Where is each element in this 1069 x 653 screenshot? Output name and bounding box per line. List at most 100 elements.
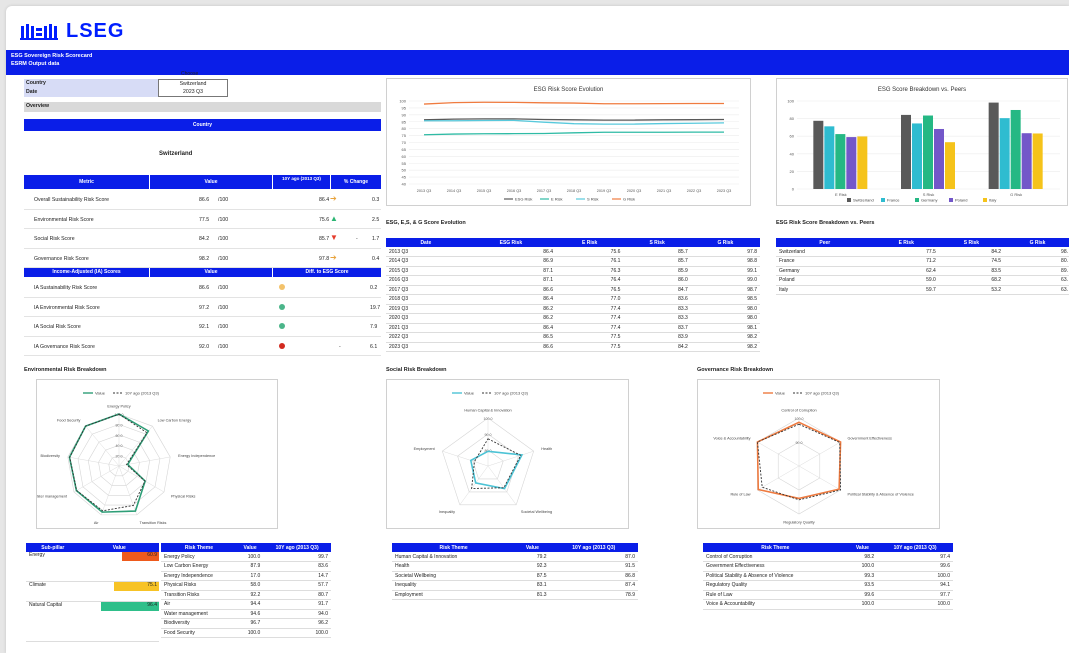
value-header: Value <box>150 175 272 189</box>
evolution-row: 2016 Q3 87.1 76.4 86.0 99.0 <box>386 275 760 286</box>
series-line-e-risk <box>423 131 724 136</box>
evolution-cell: 2013 Q3 <box>386 247 466 257</box>
subpillar-row: Natural Capital 96.4 <box>26 601 159 642</box>
evolution-cell: 83.3 <box>623 304 691 314</box>
evolution-chart: 40 45 50 55 60 65 70 75 80 85 90 95100 2013 Q3 2014 Q… <box>399 99 739 202</box>
evolution-cell: 98.0 <box>690 304 760 314</box>
metric-unit: /100 <box>218 197 229 203</box>
country-select[interactable]: Switzerland <box>159 81 227 87</box>
env-theme-cell: Physical Risks <box>161 580 237 591</box>
metric-change: 0.3 <box>372 197 380 203</box>
evolution-cell: 77.4 <box>556 313 624 324</box>
evolution-cell: 99.0 <box>690 275 760 286</box>
evolution-cell: 99.1 <box>690 266 760 276</box>
selector-box[interactable]: Switzerland 2023 Q3 <box>158 79 228 97</box>
evolution-chart-panel: ESG Risk Score Evolution 40 45 50 55 60 65 70 7… <box>386 78 751 206</box>
radar-series-past <box>69 413 148 512</box>
evolution-cell: 76.3 <box>556 266 624 276</box>
metric-name: Governance Risk Score <box>34 255 89 262</box>
evolution-cell: 2015 Q3 <box>386 266 466 276</box>
legend-label: S Risk <box>587 197 599 202</box>
bar <box>813 120 824 189</box>
legend-label: France <box>887 198 900 203</box>
change-header: % Change <box>331 175 381 189</box>
evolution-cell: 83.9 <box>623 332 691 343</box>
evolution-cell: 98.1 <box>690 323 760 333</box>
evolution-cell: 77.4 <box>556 323 624 333</box>
radar-axis-label: Food Security <box>57 419 81 423</box>
peers-cell: 59.7 <box>873 285 939 295</box>
metric-past: 75.6 <box>319 216 330 223</box>
evolution-cell: 98.8 <box>690 256 760 267</box>
evolution-cell: 98.2 <box>690 332 760 343</box>
soc-theme-cell: 87.4 <box>549 580 638 591</box>
radar-spoke <box>85 426 120 467</box>
brand-name: LSEG <box>66 20 125 42</box>
date-label: Date <box>26 89 38 95</box>
metric-row: Governance Risk Score 98.2/100 97.8 ➔ 0.4 <box>24 249 381 268</box>
ia-diff: 7.9 <box>370 324 378 330</box>
evolution-cell: 86.5 <box>465 332 556 343</box>
evolution-row: 2022 Q3 86.5 77.5 83.9 98.2 <box>386 332 760 343</box>
evolution-cell: 76.4 <box>556 275 624 286</box>
evolution-cell: 75.6 <box>556 247 624 257</box>
subpillar-col-header: Value <box>79 543 159 552</box>
x-tick-label: 2015 Q3 <box>477 189 492 193</box>
ia-row: IA Environmental Risk Score 97.2/100 19.7 <box>24 298 381 317</box>
radar-axis-label: Energy Independence <box>178 454 215 458</box>
soc-theme-cell: 86.8 <box>549 571 638 581</box>
evolution-cell: 86.6 <box>465 342 556 352</box>
date-select[interactable]: 2023 Q3 <box>159 89 227 95</box>
evolution-cell: 98.5 <box>690 294 760 305</box>
peers-cell: 63. <box>1004 285 1069 295</box>
past-header: 10Y ago (2013 Q3) <box>273 175 330 189</box>
subpillar-bar: 60.9 <box>122 552 159 561</box>
ia-value: 92.1 <box>199 324 210 330</box>
soc-title: Social Risk Breakdown <box>386 367 447 373</box>
env-theme-cell: 57.7 <box>263 580 331 591</box>
gov-theme-cell: Government Effectiveness <box>703 561 848 572</box>
y-tick-label: 70 <box>402 140 407 145</box>
ia-value: 97.2 <box>199 304 210 311</box>
env-theme-cell: Energy Independence <box>161 571 237 581</box>
radar-axis-label: Inequality <box>439 510 455 514</box>
legend-value-label: Value <box>464 391 475 396</box>
gov-theme-table: Risk Theme Value 10Y ago (2013 Q3) Control … <box>703 543 953 610</box>
y-tick-label: 50 <box>402 168 407 173</box>
env-theme-row: Biodiversity 96.7 96.2 <box>161 618 331 629</box>
evolution-cell: 98.7 <box>690 285 760 295</box>
evolution-row: 2019 Q3 86.2 77.4 83.3 98.0 <box>386 304 760 314</box>
subpillar-bar: 96.4 <box>101 601 159 611</box>
subpillar-header-row: Sub-pillar Value <box>26 543 159 552</box>
ia-diff: 6.1 <box>370 343 378 350</box>
subpillar-value: 96.4 <box>79 601 159 642</box>
evolution-cell: 2018 Q3 <box>386 294 466 305</box>
peers-row: Switzerland 77.5 84.2 98. <box>776 247 1069 257</box>
env-theme-row: Air 94.4 91.7 <box>161 599 331 610</box>
y-tick-label: 95 <box>402 105 407 110</box>
y-tick-label: 90 <box>402 112 407 117</box>
title-banner: ESG Sovereign Risk Scorecard ESRM Output… <box>6 50 1069 75</box>
ia-name: IA Sustainability Risk Score <box>34 285 98 291</box>
evolution-row: 2013 Q3 86.4 75.6 85.7 97.8 <box>386 247 760 257</box>
peers-cell: 59.0 <box>873 275 939 286</box>
legend-label: Switzerland <box>853 198 874 203</box>
gov-theme-col-header: Risk Theme <box>703 543 848 552</box>
radar-axis-label: Regulatory Quality <box>783 521 814 525</box>
gov-theme-cell: 94.1 <box>877 580 953 591</box>
ia-diff-header: Diff. to ESG Score <box>273 268 381 277</box>
radar-axis-label: Low Carbon Energy <box>158 419 192 423</box>
x-tick-label: 2014 Q3 <box>447 189 462 193</box>
soc-theme-cell: Health <box>392 561 516 572</box>
y-tick-label: 0 <box>792 187 795 192</box>
evolution-cell: 87.1 <box>465 275 556 286</box>
metric-value: 84.2 <box>199 236 210 242</box>
radar-series-value <box>469 450 524 490</box>
peers-row: France 71.2 74.5 80. <box>776 256 1069 267</box>
gov-theme-cell: 100.0 <box>847 599 878 610</box>
metric-row: Overall Sustainability Risk Score 86.6/10… <box>24 190 381 210</box>
evolution-cell: 86.6 <box>465 285 556 295</box>
gov-theme-cell: 99.6 <box>877 561 953 572</box>
legend-swatch <box>881 198 885 202</box>
evolution-cell: 77.4 <box>556 304 624 314</box>
